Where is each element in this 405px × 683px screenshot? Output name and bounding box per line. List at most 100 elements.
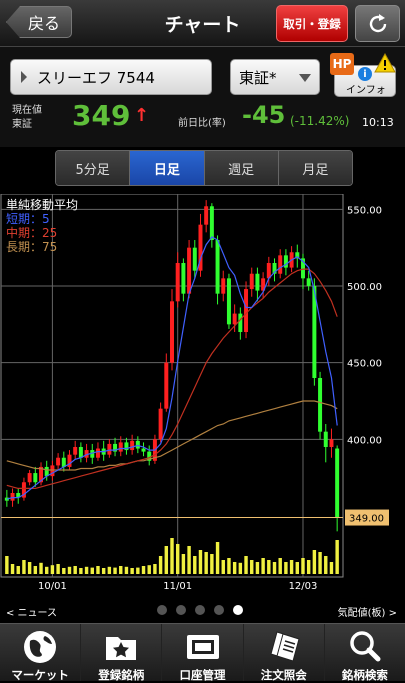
trade-register-button[interactable]: 取引・登録 xyxy=(276,5,348,42)
candle-body xyxy=(118,442,123,452)
hp-badge: HP xyxy=(330,53,354,75)
candle-body xyxy=(158,408,163,440)
candle-body xyxy=(335,448,340,518)
candle-body xyxy=(181,263,186,294)
volume-bar xyxy=(198,550,203,574)
candle-body xyxy=(95,448,100,458)
candle-body xyxy=(329,439,334,447)
candle-body xyxy=(238,313,243,332)
x-tick-label: 12/03 xyxy=(289,581,318,592)
candle-body xyxy=(73,447,78,455)
globe-icon xyxy=(24,631,57,663)
volume-bar xyxy=(221,560,225,574)
volume-bar xyxy=(238,562,243,574)
candle-body xyxy=(323,431,328,447)
tab-monthly[interactable]: 月足 xyxy=(278,151,352,185)
volume-bar xyxy=(175,544,180,574)
y-tick-label: 500.00 xyxy=(347,282,382,293)
volume-bar xyxy=(141,566,146,574)
volume-bar xyxy=(267,560,271,574)
candle-body xyxy=(192,247,197,271)
y-tick-label: 400.00 xyxy=(347,435,382,446)
volume-bar xyxy=(278,558,282,574)
volume-bar xyxy=(96,566,100,574)
volume-bar xyxy=(153,564,157,574)
chart-area[interactable]: 550.00 500.00 450.00 400.00 349.00 10/01 11/0… xyxy=(0,193,405,594)
x-tick-label: 11/01 xyxy=(163,581,192,592)
candle-body xyxy=(232,313,237,325)
page-dot[interactable] xyxy=(157,605,167,615)
warning-icon xyxy=(374,53,396,73)
page-dot[interactable] xyxy=(214,605,224,615)
account-card-icon xyxy=(186,635,219,659)
page-footer: < ニュース 気配値(板) > xyxy=(0,600,405,620)
tab-weekly[interactable]: 週足 xyxy=(204,151,279,185)
candle-body xyxy=(244,289,249,332)
candle-body xyxy=(249,273,254,290)
stock-selector[interactable]: スリーエフ 7544 xyxy=(10,59,212,95)
order-book-link[interactable]: 気配値(板) > xyxy=(338,604,397,619)
page-indicator xyxy=(157,605,243,615)
info-button[interactable]: HP i インフォ xyxy=(330,53,396,97)
volume-bar xyxy=(27,562,32,574)
candle-body xyxy=(278,255,283,274)
page-dot[interactable] xyxy=(176,605,186,615)
tab-market[interactable]: マーケット xyxy=(0,624,82,682)
legend-title: 単純移動平均 xyxy=(6,198,78,212)
chevron-right-icon xyxy=(21,71,27,83)
candle-body xyxy=(187,247,192,294)
volume-bar xyxy=(210,554,214,574)
volume-bar xyxy=(130,568,134,574)
current-price-label-text: 現在値 xyxy=(12,105,42,116)
legend-short: 短期：5 xyxy=(6,212,50,226)
news-link[interactable]: < ニュース xyxy=(6,604,57,619)
volume-bar xyxy=(73,566,77,574)
volume-bar xyxy=(5,556,9,574)
candle-body xyxy=(10,493,15,501)
volume-bar xyxy=(119,566,123,574)
refresh-icon xyxy=(369,13,386,32)
tab-search[interactable]: 銘柄検索 xyxy=(325,624,405,682)
volume-bar xyxy=(289,560,294,574)
documents-icon xyxy=(270,631,300,662)
candle-body xyxy=(204,206,209,225)
volume-bar xyxy=(136,567,140,574)
volume-bar xyxy=(147,565,151,574)
tab-orders[interactable]: 注文照会 xyxy=(244,624,325,682)
candle-body xyxy=(164,362,169,409)
tab-watchlist[interactable]: 登録銘柄 xyxy=(81,624,163,682)
volume-bar xyxy=(10,564,15,574)
tab-account[interactable]: 口座管理 xyxy=(162,624,244,682)
price-change: -45 xyxy=(242,101,286,129)
stock-bar: スリーエフ 7544 東証* HP i インフォ 現在値 東証 349 ↑ 前日比… xyxy=(0,47,405,147)
page-dot[interactable] xyxy=(195,605,205,615)
quote-time: 10:13 xyxy=(362,116,394,129)
volume-bar xyxy=(101,568,106,574)
search-icon xyxy=(350,631,381,662)
volume-bar xyxy=(318,552,322,574)
volume-bar xyxy=(187,546,191,574)
candle-body xyxy=(141,448,146,452)
volume-bar xyxy=(164,546,169,574)
x-tick-label: 10/01 xyxy=(38,581,67,592)
volume-bar xyxy=(295,562,299,574)
tab-account-label: 口座管理 xyxy=(179,668,226,682)
tab-5min[interactable]: 5分足 xyxy=(56,151,131,185)
volume-bar xyxy=(255,562,260,574)
page-dot-current[interactable] xyxy=(233,605,243,615)
candle-body xyxy=(306,278,311,286)
refresh-button[interactable] xyxy=(355,5,400,42)
legend-long: 長期：75 xyxy=(6,240,57,254)
volume-bar xyxy=(45,566,49,574)
volume-bar xyxy=(56,564,60,574)
candle-body xyxy=(209,206,214,240)
candle-body xyxy=(215,240,220,294)
candle-body xyxy=(226,278,231,325)
price-change-pct: (-11.42%) xyxy=(290,114,350,128)
y-tick-label: 550.00 xyxy=(347,205,382,216)
price-chart[interactable]: 550.00 500.00 450.00 400.00 349.00 10/01 11/0… xyxy=(0,193,405,594)
candle-body xyxy=(130,440,135,451)
market-selector[interactable]: 東証* xyxy=(230,59,320,95)
volume-bar xyxy=(50,565,55,574)
tab-daily[interactable]: 日足 xyxy=(130,151,205,185)
